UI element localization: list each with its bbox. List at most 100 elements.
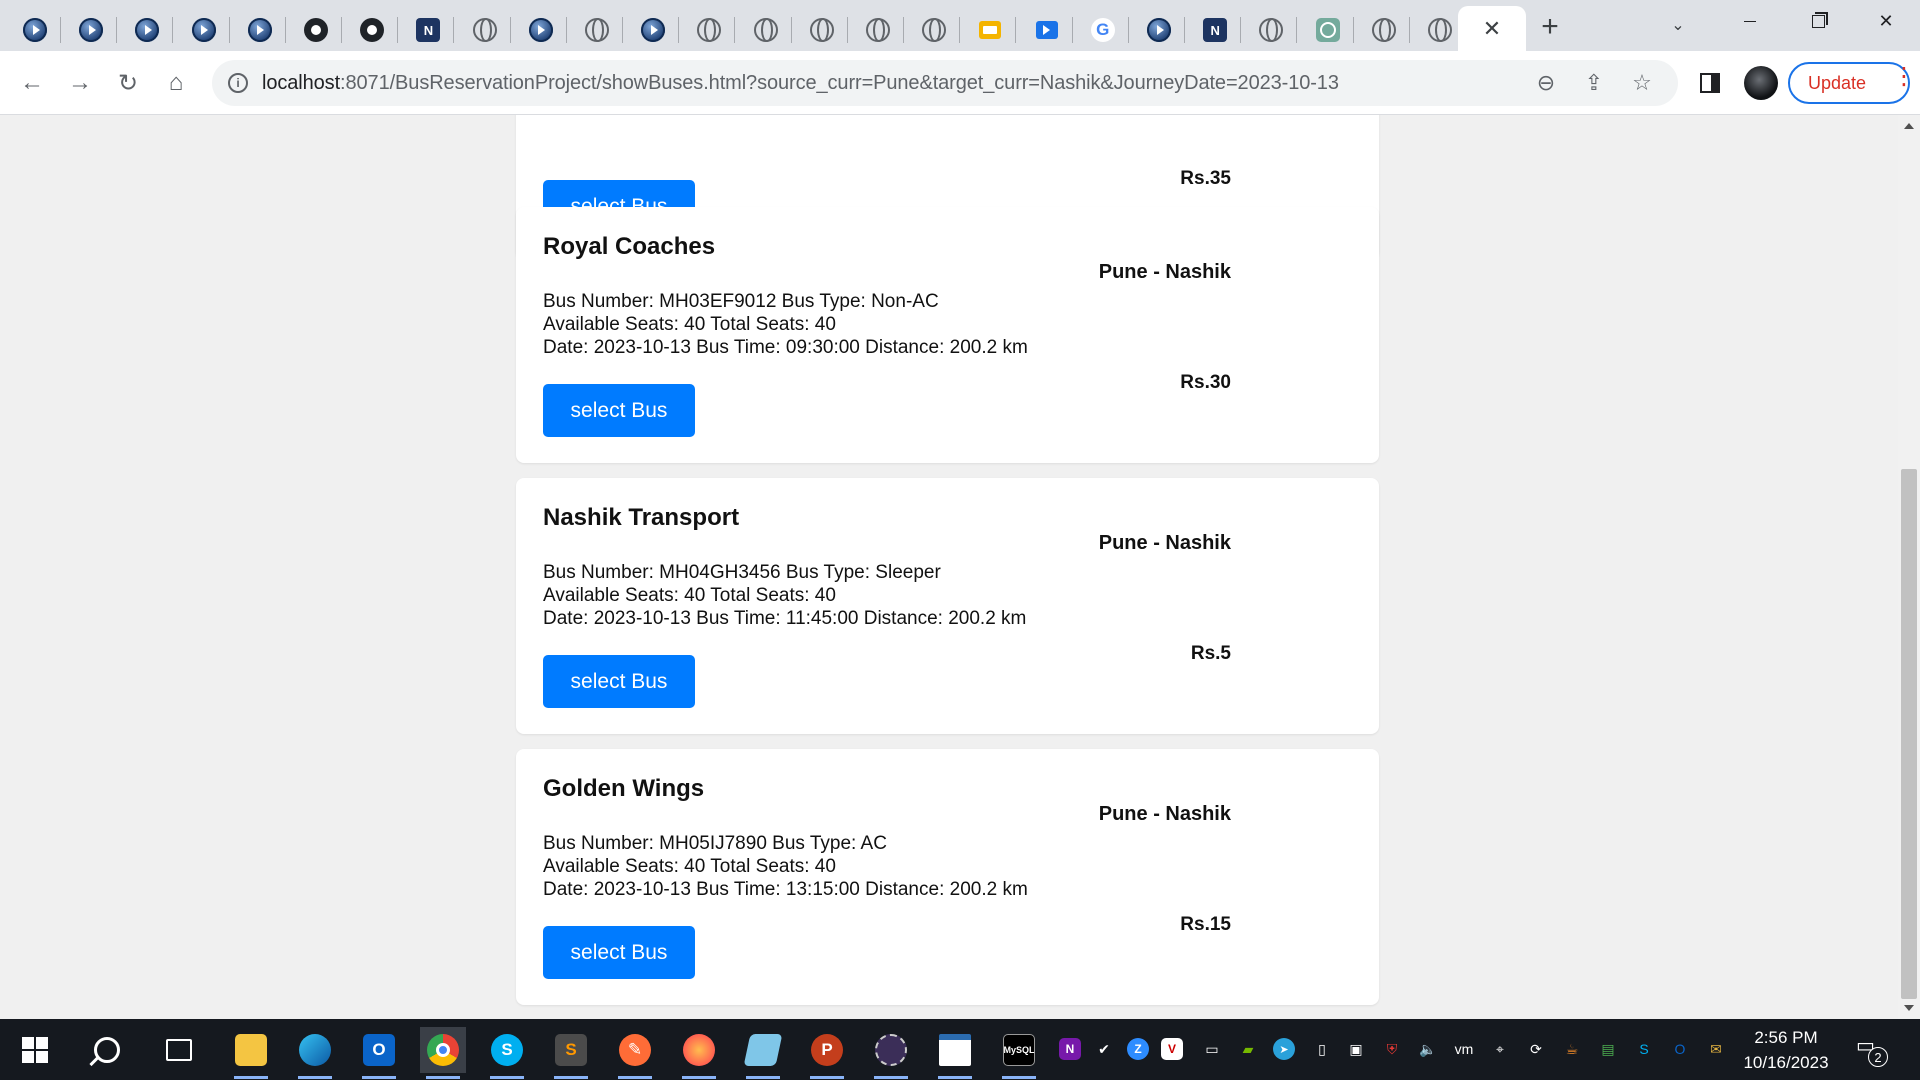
sublime-text-icon: S <box>555 1034 587 1066</box>
forward-arrow-icon[interactable]: → <box>62 65 98 101</box>
home-icon[interactable]: ⌂ <box>158 65 194 101</box>
restore-button[interactable] <box>1784 0 1852 42</box>
active-tab[interactable]: ✕ <box>1458 6 1526 51</box>
tab-search-chevron-icon[interactable]: ⌄ <box>1660 10 1696 40</box>
outlook-tray-icon[interactable]: O <box>1675 1041 1686 1057</box>
browser-tab[interactable] <box>459 9 511 51</box>
address-bar[interactable]: i localhost:8071/BusReservationProject/s… <box>212 60 1678 106</box>
back-arrow-icon[interactable]: ← <box>14 65 50 101</box>
check-circle-icon[interactable]: ✔ <box>1092 1037 1116 1061</box>
close-tab-icon[interactable]: ✕ <box>1483 16 1501 42</box>
browser-tab[interactable] <box>740 9 792 51</box>
browser-tab[interactable]: G <box>1077 9 1129 51</box>
sync-icon[interactable]: ⟳ <box>1524 1037 1548 1061</box>
taskbar-powerpoint[interactable]: P <box>804 1027 850 1079</box>
remote-desktop-icon[interactable]: ⌖ <box>1488 1037 1512 1061</box>
url-text[interactable]: localhost:8071/BusReservationProject/sho… <box>262 72 1339 95</box>
nvidia-icon[interactable]: ▰ <box>1243 1041 1254 1058</box>
zoom-app-icon[interactable]: Z <box>1127 1038 1149 1060</box>
browser-tab[interactable] <box>1245 9 1298 51</box>
taskbar-sublime[interactable]: S <box>548 1027 594 1079</box>
taskbar-skype[interactable]: S <box>484 1027 530 1079</box>
usb-drive-icon[interactable]: ▯ <box>1310 1037 1334 1061</box>
telegram-icon[interactable]: ➤ <box>1273 1038 1295 1060</box>
vm-icon[interactable]: vm <box>1452 1037 1476 1061</box>
browser-tab[interactable] <box>65 9 118 51</box>
monitor-icon[interactable]: ▤ <box>1601 1041 1614 1058</box>
select-bus-button[interactable]: select Bus <box>543 655 695 708</box>
task-view-button[interactable] <box>156 1027 202 1073</box>
taskbar-firefox[interactable] <box>676 1027 722 1079</box>
browser-tab[interactable] <box>346 9 399 51</box>
taskbar-postman[interactable]: ✎ <box>612 1027 658 1079</box>
play-circle-icon <box>135 18 160 42</box>
browser-tab[interactable] <box>1358 9 1410 51</box>
browser-tab[interactable] <box>121 9 174 51</box>
browser-tab[interactable] <box>683 9 736 51</box>
browser-tab[interactable] <box>178 9 230 51</box>
taskbar-chrome[interactable] <box>420 1027 466 1079</box>
update-button[interactable]: Update ⋮ <box>1788 62 1916 104</box>
new-tab-button[interactable]: + <box>1532 9 1568 45</box>
volume-icon[interactable]: 🔈 <box>1416 1037 1440 1061</box>
mail-icon[interactable]: ✉ <box>1710 1041 1722 1058</box>
browser-tab[interactable] <box>852 9 904 51</box>
side-panel-icon[interactable] <box>1700 73 1720 93</box>
menu-dots-icon[interactable]: ⋮ <box>1892 65 1916 89</box>
skype-tray-icon[interactable]: S <box>1639 1041 1648 1057</box>
browser-tab[interactable] <box>515 9 567 51</box>
postman-icon: ✎ <box>619 1034 651 1066</box>
taskbar-notepad[interactable] <box>740 1027 786 1079</box>
browser-tab[interactable] <box>9 9 61 51</box>
browser-tab[interactable] <box>796 9 848 51</box>
browser-tab[interactable] <box>1133 9 1185 51</box>
antivirus-icon[interactable]: V <box>1161 1038 1183 1060</box>
vertical-scrollbar[interactable] <box>1898 115 1920 1019</box>
scroll-up-arrow-icon[interactable] <box>1904 123 1914 129</box>
browser-tab[interactable] <box>908 9 961 51</box>
browser-tab[interactable] <box>627 9 680 51</box>
taskbar-edge[interactable] <box>292 1027 338 1079</box>
share-icon[interactable]: ⇪ <box>1580 69 1608 97</box>
taskbar-mysql[interactable]: MySQL <box>996 1027 1042 1079</box>
bus-details: Bus Number: MH05IJ7890 Bus Type: AC Avai… <box>543 832 1028 901</box>
zoom-icon[interactable]: ⊖ <box>1532 69 1560 97</box>
start-button[interactable] <box>12 1027 58 1073</box>
play-circle-icon <box>1147 18 1171 42</box>
notification-center-button[interactable]: ▭ 2 <box>1856 1033 1888 1067</box>
reload-icon[interactable]: ↻ <box>110 65 146 101</box>
taskbar-outlook[interactable]: O <box>356 1027 402 1079</box>
taskbar-eclipse[interactable] <box>868 1027 914 1079</box>
powerpoint-icon: P <box>811 1034 843 1066</box>
browser-tab[interactable] <box>234 9 286 51</box>
profile-avatar[interactable] <box>1744 66 1778 100</box>
search-button[interactable] <box>84 1027 130 1073</box>
onenote-icon[interactable]: N <box>1059 1038 1081 1060</box>
search-icon <box>94 1037 120 1063</box>
scroll-down-arrow-icon[interactable] <box>1904 1005 1914 1011</box>
browser-tab[interactable]: N <box>1189 9 1242 51</box>
browser-tab[interactable] <box>1021 9 1073 51</box>
select-bus-button[interactable]: select Bus <box>543 926 695 979</box>
browser-tab[interactable] <box>571 9 623 51</box>
select-bus-button[interactable]: select Bus <box>543 384 695 437</box>
browser-tab[interactable] <box>1302 9 1354 51</box>
security-shield-icon[interactable]: ⛨ <box>1387 1041 1398 1058</box>
scroll-thumb[interactable] <box>1901 469 1917 999</box>
browser-tab[interactable] <box>964 9 1017 51</box>
browser-tab[interactable]: N <box>402 9 455 51</box>
java-icon[interactable]: ☕ <box>1566 1041 1579 1058</box>
system-clock[interactable]: 2:56 PM 10/16/2023 <box>1730 1025 1842 1075</box>
close-window-button[interactable]: ✕ <box>1852 0 1920 42</box>
site-info-icon[interactable]: i <box>228 73 248 93</box>
taskbar-app-window[interactable] <box>932 1027 978 1079</box>
taskbar-file-explorer[interactable] <box>228 1027 274 1079</box>
minimize-button[interactable] <box>1716 0 1784 42</box>
bookmark-star-icon[interactable]: ☆ <box>1628 69 1656 97</box>
bus-name: Royal Coaches <box>543 233 716 260</box>
network-icon[interactable]: ▣ <box>1344 1037 1368 1061</box>
browser-tab[interactable] <box>290 9 342 51</box>
bus-number-type: Bus Number: MH04GH3456 Bus Type: Sleeper <box>543 562 941 583</box>
route: Pune - Nashik <box>1098 261 1231 283</box>
usb-device-icon[interactable]: ▭ <box>1200 1037 1224 1061</box>
